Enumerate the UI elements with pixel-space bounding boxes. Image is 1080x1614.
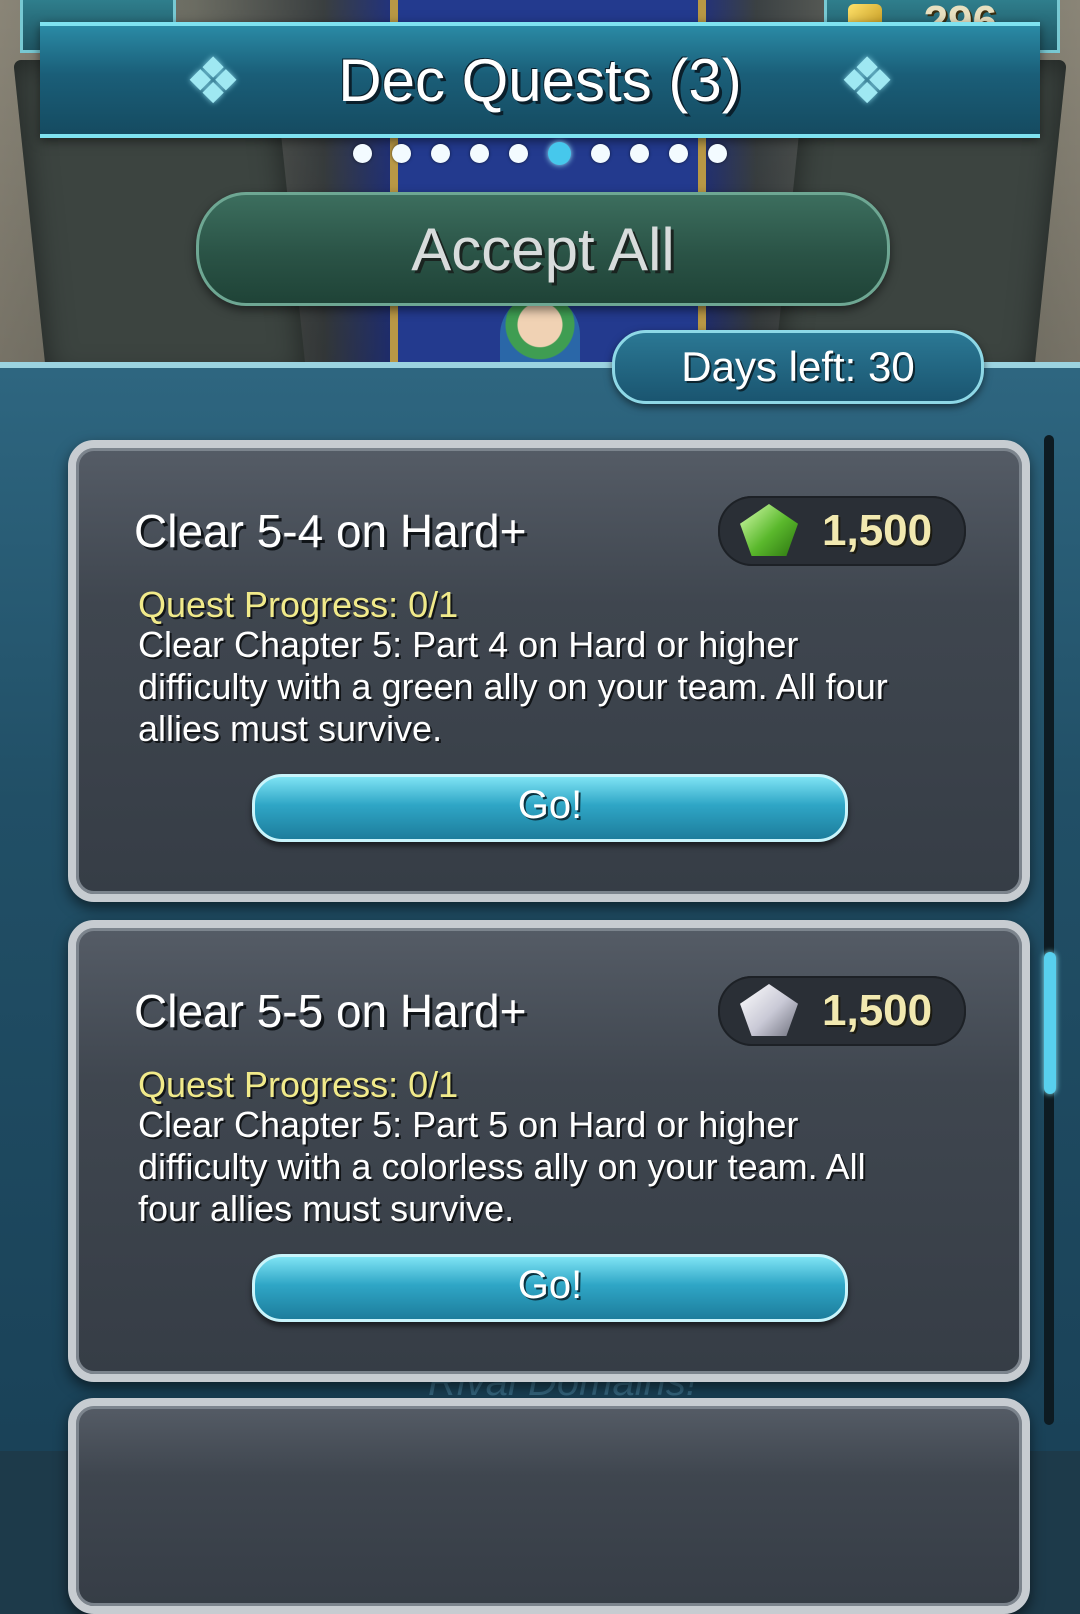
accept-all-label: Accept All — [411, 216, 675, 283]
scrollbar-thumb[interactable] — [1044, 952, 1056, 1094]
page-dot[interactable] — [470, 144, 489, 163]
title-bar: ❖ Dec Quests (3) ❖ — [40, 22, 1040, 138]
quest-card-partial — [68, 1398, 1030, 1614]
quest-card: Clear 5-5 on Hard+ 1,500 Quest Progress:… — [68, 920, 1030, 1382]
go-label: Go! — [517, 1263, 583, 1307]
green-orb-icon — [740, 504, 798, 556]
quest-description: Clear Chapter 5: Part 4 on Hard or highe… — [138, 624, 888, 749]
page-dot-active[interactable] — [548, 142, 571, 165]
page-indicator[interactable] — [0, 142, 1080, 166]
reward-amount: 1,500 — [822, 506, 933, 555]
go-button[interactable]: Go! — [252, 774, 848, 842]
page-dot[interactable] — [591, 144, 610, 163]
quest-description: Clear Chapter 5: Part 5 on Hard or highe… — [138, 1104, 866, 1229]
quest-progress: Quest Progress: 0/1 — [138, 1064, 459, 1105]
accept-all-button[interactable]: Accept All — [196, 192, 890, 306]
reward-badge: 1,500 — [718, 976, 966, 1046]
page-dot[interactable] — [669, 144, 688, 163]
quest-title: Clear 5-4 on Hard+ — [134, 505, 527, 557]
page-dot[interactable] — [509, 144, 528, 163]
reward-badge: 1,500 — [718, 496, 966, 566]
days-left-label: Days left: 30 — [681, 343, 915, 390]
quest-progress: Quest Progress: 0/1 — [138, 584, 459, 625]
quest-card: Clear 5-4 on Hard+ 1,500 Quest Progress:… — [68, 440, 1030, 902]
days-left-badge: Days left: 30 — [612, 330, 984, 404]
go-label: Go! — [517, 783, 583, 827]
page-dot[interactable] — [392, 144, 411, 163]
quest-title: Clear 5-5 on Hard+ — [134, 985, 527, 1037]
scrollbar-track[interactable] — [1044, 435, 1054, 1425]
go-button[interactable]: Go! — [252, 1254, 848, 1322]
page-dot[interactable] — [708, 144, 727, 163]
colorless-orb-icon — [740, 984, 798, 1036]
reward-amount: 1,500 — [822, 986, 933, 1035]
page-dot[interactable] — [431, 144, 450, 163]
ornament-right-icon: ❖ — [838, 45, 896, 119]
page-dot[interactable] — [353, 144, 372, 163]
page-dot[interactable] — [630, 144, 649, 163]
